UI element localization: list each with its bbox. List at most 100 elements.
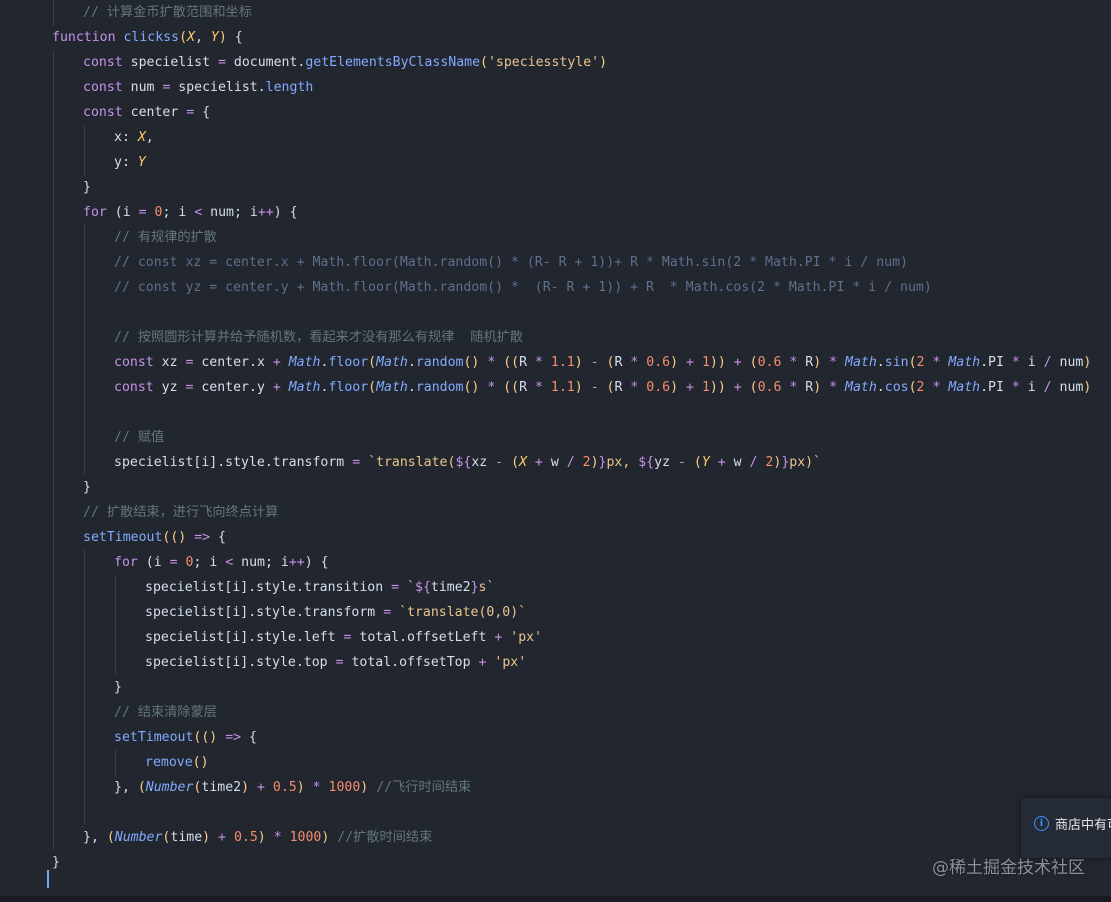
code-token: *: [1011, 355, 1020, 370]
code-line[interactable]: specielist[i].style.transform = `transla…: [114, 450, 821, 475]
notification-toast[interactable]: i 商店中有可: [1021, 798, 1111, 858]
code-token: =>: [225, 730, 242, 745]
watermark: @稀土掘金技术社区: [932, 858, 1085, 878]
code-line[interactable]: }: [114, 675, 122, 700]
code-token: num: [1051, 355, 1084, 370]
code-token: (: [368, 380, 377, 395]
code-line[interactable]: remove(): [145, 750, 209, 775]
indent-guide: [115, 575, 116, 675]
code-token: -: [677, 455, 686, 470]
code-token: remove: [145, 755, 193, 770]
code-token: for: [83, 205, 107, 220]
code-token: :: [121, 130, 138, 145]
code-token: setTimeout: [114, 730, 194, 745]
code-token: (): [463, 380, 480, 395]
code-token: ;: [162, 205, 179, 220]
code-token: ): [1083, 380, 1092, 395]
code-token: 0.6: [646, 380, 671, 395]
code-line[interactable]: // const xz = center.x + Math.floor(Math…: [114, 250, 908, 275]
code-line[interactable]: setTimeout(() => {: [114, 725, 257, 750]
code-token: +: [272, 380, 281, 395]
indent-guide: [53, 50, 54, 850]
code-line[interactable]: // 按照圆形计算并给予随机数，看起来才没有那么有规律 随机扩散: [114, 325, 523, 350]
code-line[interactable]: }, (Number(time2) + 0.5) * 1000) //飞行时间结…: [114, 775, 471, 800]
code-token: +: [218, 830, 226, 845]
code-token: .PI: [980, 355, 1012, 370]
code-token: 1: [701, 355, 710, 370]
code-token: +: [733, 355, 742, 370]
code-line[interactable]: }: [52, 850, 60, 875]
code-token: +: [686, 355, 694, 370]
code-line[interactable]: specielist[i].style.left = total.offsetL…: [145, 625, 542, 650]
code-line[interactable]: // 扩散结束，进行飞向终点计算: [83, 500, 278, 525]
code-token: (: [106, 205, 123, 220]
code-token: ): [257, 830, 266, 845]
code-line[interactable]: for (i = 0; i < num; i++) {: [114, 550, 329, 575]
code-token: {: [226, 30, 243, 45]
code-line[interactable]: const specielist = document.getElementsB…: [83, 50, 607, 75]
code-token: num: [233, 555, 265, 570]
code-token: =: [352, 455, 361, 470]
code-token: xz: [153, 355, 186, 370]
code-token: =: [217, 55, 226, 70]
code-token: (: [749, 355, 758, 370]
code-line[interactable]: function clickss(X, Y) {: [52, 25, 243, 50]
code-line[interactable]: // const yz = center.y + Math.floor(Math…: [114, 275, 932, 300]
code-line[interactable]: specielist[i].style.top = total.offsetTo…: [145, 650, 526, 675]
code-token: ): [670, 355, 679, 370]
text-cursor: [47, 870, 49, 888]
code-line[interactable]: const xz = center.x + Math.floor(Math.ra…: [114, 350, 1091, 375]
code-line[interactable]: // 计算金币扩散范围和坐标: [83, 0, 252, 25]
code-token: i: [1019, 355, 1044, 370]
code-line[interactable]: const yz = center.y + Math.floor(Math.ra…: [114, 375, 1091, 400]
code-line[interactable]: const num = specielist.length: [83, 75, 313, 100]
code-token: ${: [415, 580, 431, 595]
code-token: +: [686, 380, 694, 395]
code-line[interactable]: for (i = 0; i < num; i++) {: [83, 200, 298, 225]
code-token: Number: [114, 830, 163, 845]
code-token: Y: [137, 155, 146, 170]
code-line[interactable]: x: X,: [114, 125, 154, 150]
code-token: // 赋值: [114, 430, 165, 445]
code-token: sin: [884, 355, 909, 370]
code-token: function: [52, 30, 116, 45]
code-token: Math: [288, 355, 321, 370]
indent-guide: [84, 550, 85, 825]
code-line[interactable]: // 结束清除蒙层: [114, 700, 217, 725]
code-token: ;: [264, 555, 281, 570]
code-token: i: [122, 205, 139, 220]
code-token: 'px': [510, 630, 543, 645]
code-line[interactable]: }: [83, 175, 91, 200]
indent-guide: [84, 125, 85, 175]
code-token: +: [256, 780, 265, 795]
code-token: center: [122, 105, 187, 120]
horizontal-scrollbar-track[interactable]: [0, 896, 1111, 902]
code-token: ${: [455, 455, 472, 470]
code-line[interactable]: y: Y: [114, 150, 146, 175]
code-line[interactable]: // 有规律的扩散: [114, 225, 217, 250]
code-editor[interactable]: // 计算金币扩散范围和坐标 function clickss(X, Y) {co…: [0, 0, 1111, 896]
code-token: (: [368, 355, 377, 370]
code-token: random: [415, 355, 464, 370]
code-line[interactable]: // 赋值: [114, 425, 164, 450]
code-token: y: [114, 155, 122, 170]
code-token: *: [535, 380, 543, 395]
code-line[interactable]: specielist[i].style.transform = `transla…: [145, 600, 526, 625]
code-token: .: [407, 380, 416, 395]
code-line[interactable]: }: [83, 475, 91, 500]
code-line[interactable]: }, (Number(time) + 0.5) * 1000) //扩散时间结束: [83, 825, 432, 850]
code-token: (: [106, 830, 115, 845]
code-line[interactable]: specielist[i].style.transition = `${time…: [145, 575, 494, 600]
code-token: },: [114, 780, 138, 795]
code-token: time: [170, 830, 203, 845]
code-line[interactable]: setTimeout(() => {: [83, 525, 226, 550]
code-line[interactable]: const center = {: [83, 100, 210, 125]
